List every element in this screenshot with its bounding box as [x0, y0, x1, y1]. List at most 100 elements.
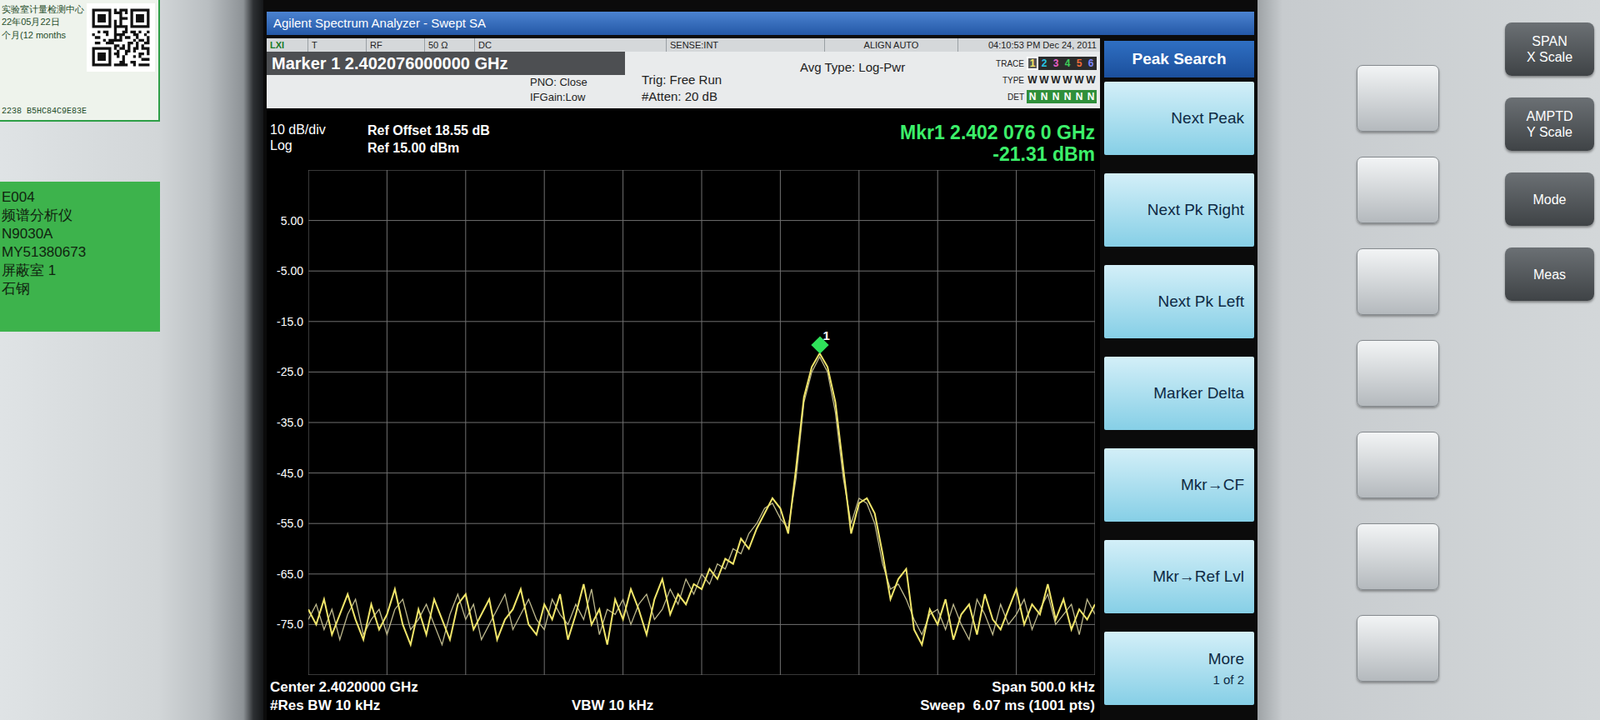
y-tick: -5.00	[276, 262, 304, 280]
softkey[interactable]: More1 of 2	[1104, 631, 1255, 705]
softkey-button[interactable]	[1356, 523, 1440, 590]
ref-offset: Ref Offset 18.55 dB	[367, 121, 490, 140]
hard-key-label: AMPTD	[1526, 108, 1574, 125]
sticker-code: 2238 B5HC84C9E83E	[1, 105, 155, 118]
avg-type: Avg Type: Log-Pwr	[800, 58, 994, 78]
trace-row-label: TYPE	[993, 74, 1027, 87]
y-tick: -25.0	[276, 363, 304, 381]
sweep-setting: Sweep 6.07 ms (1001 pts)	[920, 696, 1095, 715]
y-tick: -15.0	[276, 312, 304, 330]
y-tick: -35.0	[276, 414, 304, 432]
window-title: Agilent Spectrum Analyzer - Swept SA	[266, 11, 1255, 35]
calibration-sticker: 实验室计量检测中心22年05月22日个月(12 months2238 B5HC8…	[0, 0, 160, 122]
y-tick: 5.00	[280, 211, 304, 230]
y-tick: -55.0	[276, 515, 304, 533]
trace-row-label: TRACE	[993, 57, 1027, 70]
trace-type: W	[1026, 73, 1039, 87]
trace-number[interactable]: 5	[1073, 56, 1085, 70]
trace-table: TRACE123456TYPEWWWWWWDETNNNNNN	[993, 51, 1100, 109]
sticker-text: 实验室计量检测中心	[1, 3, 84, 16]
status-item: ALIGN AUTO	[825, 38, 959, 52]
rbw-setting: #Res BW 10 kHz	[270, 696, 572, 715]
softkey[interactable]: Next Pk Left	[1104, 265, 1255, 339]
hard-key-sub: X Scale	[1526, 49, 1573, 65]
trace-number[interactable]: 6	[1085, 56, 1097, 70]
trace-type: W	[1061, 73, 1074, 87]
trace-type: W	[1050, 73, 1062, 87]
span-setting: Span 500.0 kHz	[991, 678, 1095, 697]
qr-code-icon	[86, 3, 155, 72]
trace-type: W	[1038, 73, 1050, 87]
softkey[interactable]: Next Peak	[1104, 81, 1255, 155]
marker-label: 1	[823, 326, 830, 346]
softkey-label: Next Pk Right	[1147, 198, 1245, 223]
softkey[interactable]: Mkr→CF	[1104, 448, 1255, 522]
trigger-setting: Trig: Free Run	[641, 71, 800, 89]
trace-detector: N	[1085, 90, 1097, 104]
softkey-button[interactable]	[1356, 65, 1440, 132]
trace-detector: N	[1050, 90, 1062, 104]
softkey[interactable]: Next Pk Right	[1104, 173, 1255, 247]
hard-key[interactable]: AMPTDY Scale	[1505, 97, 1595, 151]
status-item: T	[308, 38, 367, 52]
softkey-button[interactable]	[1356, 340, 1440, 407]
hard-key-sub: Y Scale	[1526, 124, 1573, 140]
status-item: LXI	[266, 38, 309, 52]
status-item: 04:10:53 PM Dec 24, 2011	[958, 38, 1100, 52]
vbw-setting: VBW 10 kHz	[571, 696, 654, 715]
atten-setting: #Atten: 20 dB	[641, 88, 800, 105]
menu-title: Peak Search	[1104, 40, 1255, 78]
softkey[interactable]: Marker Delta	[1104, 356, 1255, 430]
trace-line	[308, 353, 1095, 645]
hard-key-label: SPAN	[1531, 33, 1567, 50]
softkey-button[interactable]	[1356, 248, 1440, 315]
sticker-text: 屏蔽室 1	[1, 261, 155, 280]
softkey-button[interactable]	[1356, 615, 1440, 682]
hard-key[interactable]: SPANX Scale	[1505, 22, 1595, 76]
center-frequency: Center 2.4020000 GHz	[270, 678, 419, 697]
status-item: RF	[366, 38, 425, 52]
softkey-label: Mkr→Ref Lvl	[1152, 565, 1245, 590]
trace-display: 10 dB/divLogRef Offset 18.55 dBRef 15.00…	[266, 108, 1100, 720]
softkey-label: More	[1208, 647, 1245, 672]
sticker-text: 个月(12 months	[1, 29, 84, 42]
ifgain-setting: IFGain:Low	[530, 90, 642, 105]
status-item: 50 Ω	[425, 38, 475, 52]
softkey-label: Mkr→CF	[1180, 473, 1245, 498]
y-tick: -45.0	[276, 464, 304, 482]
hard-key[interactable]: Meas	[1505, 247, 1595, 301]
pno-setting: PNO: Close	[530, 75, 642, 90]
softkey-label: Marker Delta	[1153, 381, 1245, 406]
y-tick: -65.0	[276, 565, 304, 583]
softkey-label: Next Peak	[1170, 106, 1245, 131]
hard-key[interactable]: Mode	[1505, 172, 1595, 226]
settings-header: Marker 1 2.402076000000 GHzPNO: CloseIFG…	[266, 51, 1100, 109]
trace-number[interactable]: 2	[1038, 56, 1050, 70]
softkey-sub: 1 of 2	[1212, 670, 1245, 690]
status-item: DC	[475, 38, 667, 52]
status-bar: LXITRF50 ΩDCSENSE:INTALIGN AUTO04:10:53 …	[266, 38, 1100, 52]
trace-number[interactable]: 4	[1061, 56, 1074, 70]
softkey[interactable]: Mkr→Ref Lvl	[1104, 540, 1255, 614]
trace-detector: N	[1038, 90, 1050, 104]
trace-detector: N	[1073, 90, 1085, 104]
spectrum-plot: 1	[308, 170, 1095, 675]
softkey-button[interactable]	[1356, 156, 1440, 224]
front-panel-left: 实验室计量检测中心22年05月22日个月(12 months2238 B5HC8…	[0, 0, 264, 720]
trace-type: W	[1073, 73, 1085, 87]
front-panel-right: SPANX Scale AMPTDY Scale Mode Meas	[1257, 0, 1600, 720]
softkey-label: Next Pk Left	[1158, 290, 1245, 315]
trace-line	[308, 356, 1095, 645]
hard-key-label: Mode	[1532, 191, 1566, 208]
sticker-text: 频谱分析仪	[1, 206, 155, 225]
analyzer-screen: Agilent Spectrum Analyzer - Swept SALXIT…	[263, 0, 1258, 720]
softkey-button[interactable]	[1356, 431, 1440, 499]
display-footer: Center 2.4020000 GHz Span 500.0 kHz #Res B…	[266, 675, 1100, 715]
hard-key-label: Meas	[1533, 266, 1566, 283]
asset-sticker: E004频谱分析仪N9030AMY51380673屏蔽室 1石钢	[0, 181, 160, 332]
scale-type: Log	[270, 137, 368, 154]
trace-number[interactable]: 1	[1026, 56, 1039, 70]
sticker-text: E004	[1, 188, 155, 207]
trace-number[interactable]: 3	[1050, 56, 1062, 70]
plot-grid	[308, 170, 1095, 675]
